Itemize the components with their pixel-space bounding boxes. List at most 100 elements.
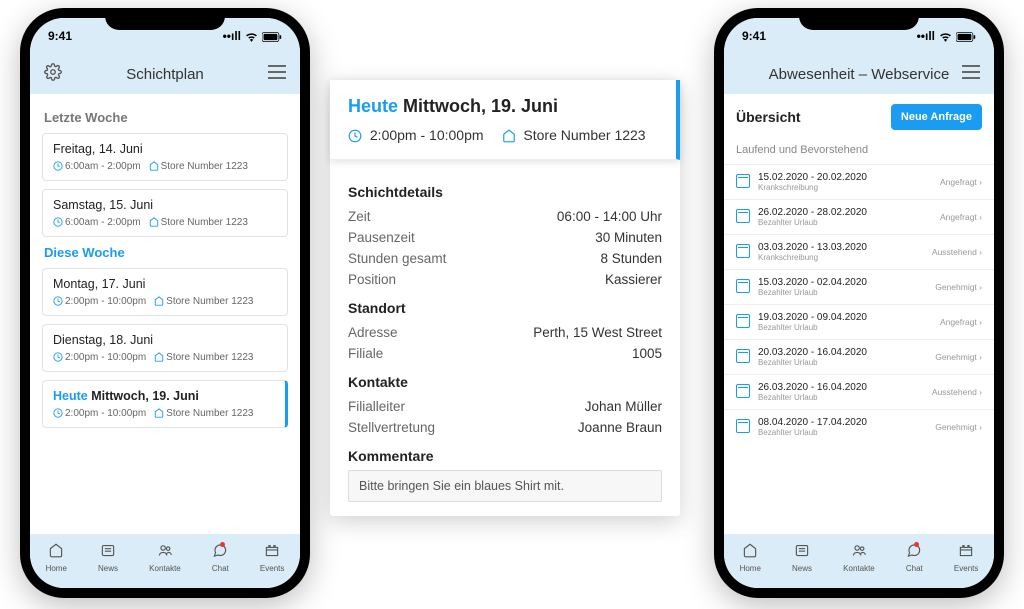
shift-card[interactable]: Montag, 17. Juni 2:00pm - 10:00pm Store … [42, 268, 288, 316]
wifi-icon [939, 29, 952, 43]
detail-header: Heute Mittwoch, 19. Juni 2:00pm - 10:00p… [330, 80, 680, 160]
section-last-week: Letzte Woche [44, 110, 288, 125]
events-icon [958, 543, 974, 562]
request-range: 20.03.2020 - 16.04.2020 [758, 347, 867, 358]
home-icon [154, 408, 164, 419]
signal-icon: ••ıll [917, 29, 935, 43]
home-icon [48, 543, 64, 562]
request-item[interactable]: 15.02.2020 - 20.02.2020 Krankschreibung … [724, 164, 994, 199]
page-title: Schichtplan [62, 66, 268, 83]
nav-news[interactable]: News [98, 543, 118, 573]
request-range: 15.02.2020 - 20.02.2020 [758, 172, 867, 183]
calendar-icon [736, 349, 750, 363]
shift-card[interactable]: Samstag, 15. Juni 6:00am - 2:00pm Store … [42, 189, 288, 237]
shift-date: Montag, 17. Juni [53, 277, 277, 291]
val-vertretung: Joanne Braun [578, 420, 662, 435]
notification-dot [220, 542, 225, 547]
shift-meta: 2:00pm - 10:00pm Store Number 1223 [53, 352, 277, 363]
request-status: Genehmigt › [935, 422, 982, 432]
request-type: Krankschreibung [758, 183, 867, 192]
shift-meta: 6:00am - 2:00pm Store Number 1223 [53, 217, 277, 228]
nav-home[interactable]: Home [46, 543, 67, 573]
clock-icon [53, 352, 63, 363]
request-status: Genehmigt › [935, 352, 982, 362]
calendar-icon [736, 419, 750, 433]
nav-label: Events [260, 564, 284, 573]
nav-label: Home [46, 564, 67, 573]
request-type: Krankschreibung [758, 253, 867, 262]
menu-icon[interactable] [268, 65, 286, 83]
request-range: 03.03.2020 - 13.03.2020 [758, 242, 867, 253]
request-item[interactable]: 19.03.2020 - 09.04.2020 Bezahlter Urlaub… [724, 304, 994, 339]
nav-label: Chat [212, 564, 229, 573]
request-range: 15.03.2020 - 02.04.2020 [758, 277, 867, 288]
request-status: Genehmigt › [935, 282, 982, 292]
app-header: Abwesenheit – Webservice [724, 54, 994, 94]
calendar-icon [736, 244, 750, 258]
calendar-icon [736, 314, 750, 328]
status-time: 9:41 [48, 29, 72, 43]
nav-chat[interactable]: Chat [212, 543, 229, 573]
nav-label: News [98, 564, 118, 573]
home-icon [154, 296, 164, 307]
status-indicators: ••ıll [223, 29, 282, 43]
phone-abwesenheit: 9:41 ••ıll Abwesenheit – Webservice Über… [714, 8, 1004, 598]
request-item[interactable]: 15.03.2020 - 02.04.2020 Bezahlter Urlaub… [724, 269, 994, 304]
signal-icon: ••ıll [223, 29, 241, 43]
shift-meta: 6:00am - 2:00pm Store Number 1223 [53, 161, 277, 172]
request-status: Angefragt › [940, 212, 982, 222]
request-status: Angefragt › [940, 177, 982, 187]
menu-icon[interactable] [962, 65, 980, 83]
shift-meta: 2:00pm - 10:00pm Store Number 1223 [53, 408, 275, 419]
shift-date: Freitag, 14. Juni [53, 142, 277, 156]
app-header: Schichtplan [30, 54, 300, 94]
events-icon [264, 543, 280, 562]
notch [105, 8, 225, 30]
nav-kontakte[interactable]: Kontakte [149, 543, 181, 573]
shift-card[interactable]: Heute Mittwoch, 19. Juni 2:00pm - 10:00p… [42, 380, 288, 428]
label-filiale: Filiale [348, 346, 383, 361]
overview-label: Übersicht [736, 109, 801, 125]
section-kontakte: Kontakte [348, 374, 662, 390]
label-zeit: Zeit [348, 209, 371, 224]
request-item[interactable]: 20.03.2020 - 16.04.2020 Bezahlter Urlaub… [724, 339, 994, 374]
nav-kontakte[interactable]: Kontakte [843, 543, 875, 573]
request-status: Angefragt › [940, 317, 982, 327]
nav-events[interactable]: Events [260, 543, 284, 573]
request-item[interactable]: 08.04.2020 - 17.04.2020 Bezahlter Urlaub… [724, 409, 994, 444]
shift-card[interactable]: Freitag, 14. Juni 6:00am - 2:00pm Store … [42, 133, 288, 181]
request-item[interactable]: 26.02.2020 - 28.02.2020 Bezahlter Urlaub… [724, 199, 994, 234]
request-item[interactable]: 03.03.2020 - 13.03.2020 Krankschreibung … [724, 234, 994, 269]
calendar-icon [736, 209, 750, 223]
nav-news[interactable]: News [792, 543, 812, 573]
val-leiter: Johan Müller [585, 399, 662, 414]
request-list: 15.02.2020 - 20.02.2020 Krankschreibung … [724, 164, 994, 534]
request-type: Bezahlter Urlaub [758, 323, 867, 332]
overview-bar: Übersicht Neue Anfrage [724, 94, 994, 140]
request-item[interactable]: 26.03.2020 - 16.04.2020 Bezahlter Urlaub… [724, 374, 994, 409]
nav-chat[interactable]: Chat [906, 543, 923, 573]
nav-events[interactable]: Events [954, 543, 978, 573]
detail-time: 2:00pm - 10:00pm [370, 127, 484, 143]
detail-store: Store Number 1223 [523, 127, 645, 143]
nav-label: News [792, 564, 812, 573]
clock-icon [348, 127, 366, 143]
request-range: 19.03.2020 - 09.04.2020 [758, 312, 867, 323]
request-type: Bezahlter Urlaub [758, 288, 867, 297]
shift-date: Samstag, 15. Juni [53, 198, 277, 212]
shift-date: Heute Mittwoch, 19. Juni [53, 389, 275, 403]
shift-list: Letzte Woche Freitag, 14. Juni 6:00am - … [30, 94, 300, 534]
request-status: Ausstehend › [932, 387, 982, 397]
request-type: Bezahlter Urlaub [758, 428, 867, 437]
request-type: Bezahlter Urlaub [758, 393, 867, 402]
request-type: Bezahlter Urlaub [758, 218, 867, 227]
news-icon [794, 543, 810, 562]
section-kommentare: Kommentare [348, 448, 662, 464]
settings-icon[interactable] [44, 63, 62, 85]
nav-home[interactable]: Home [740, 543, 761, 573]
kontakte-icon [157, 543, 173, 562]
new-request-button[interactable]: Neue Anfrage [891, 104, 982, 130]
subtitle: Laufend und Bevorstehend [724, 140, 994, 164]
shift-card[interactable]: Dienstag, 18. Juni 2:00pm - 10:00pm Stor… [42, 324, 288, 372]
nav-label: Chat [906, 564, 923, 573]
